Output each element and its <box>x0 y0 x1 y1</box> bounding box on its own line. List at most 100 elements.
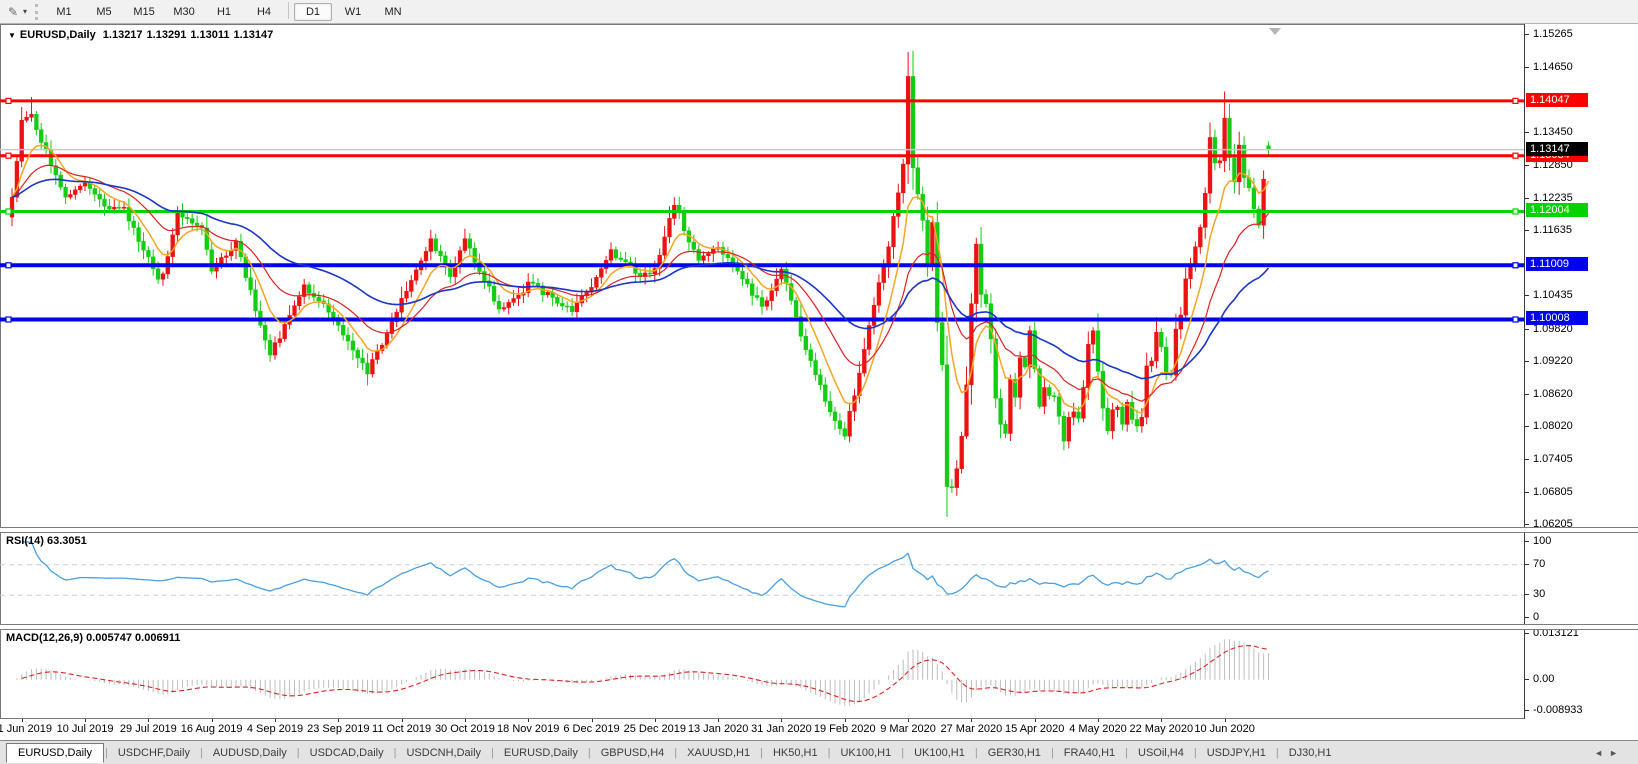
bull-candle[interactable] <box>765 301 769 307</box>
chart-tab-dj30-h1[interactable]: DJ30,H1 <box>1280 744 1341 762</box>
bear-candle[interactable] <box>1130 402 1134 419</box>
chart-tab-usdcnh-daily[interactable]: USDCNH,Daily <box>397 744 490 762</box>
bull-candle[interactable] <box>283 324 287 338</box>
bear-candle[interactable] <box>1159 332 1163 347</box>
bear-candle[interactable] <box>794 301 798 317</box>
bull-candle[interactable] <box>546 292 550 295</box>
bull-candle[interactable] <box>848 411 852 436</box>
bull-candle[interactable] <box>78 186 82 190</box>
bull-candle[interactable] <box>273 343 277 356</box>
bull-candle[interactable] <box>906 76 910 164</box>
bear-candle[interactable] <box>1135 420 1139 427</box>
line-handle[interactable] <box>6 263 11 268</box>
bull-candle[interactable] <box>1174 329 1178 375</box>
bear-candle[interactable] <box>103 199 107 206</box>
bull-candle[interactable] <box>297 297 301 306</box>
chart-shift-marker-icon[interactable] <box>1269 28 1281 35</box>
bear-candle[interactable] <box>828 401 832 412</box>
chart-tab-audusd-daily[interactable]: AUDUSD,Daily <box>204 744 296 762</box>
price-chart-canvas[interactable] <box>0 25 1524 528</box>
line-handle[interactable] <box>1513 153 1518 158</box>
bull-candle[interactable] <box>1194 247 1198 265</box>
bull-candle[interactable] <box>882 267 886 282</box>
bull-candle[interactable] <box>375 351 379 360</box>
line-handle[interactable] <box>6 209 11 214</box>
bull-candle[interactable] <box>512 299 516 303</box>
bull-candle[interactable] <box>1179 315 1183 329</box>
bear-candle[interactable] <box>619 258 623 260</box>
bear-candle[interactable] <box>682 213 686 231</box>
bull-candle[interactable] <box>1140 417 1144 426</box>
bull-candle[interactable] <box>780 269 784 279</box>
bear-candle[interactable] <box>1096 331 1100 372</box>
line-handle[interactable] <box>6 317 11 322</box>
bear-candle[interactable] <box>755 296 759 298</box>
bull-candle[interactable] <box>1145 366 1149 417</box>
bull-candle[interactable] <box>224 256 228 258</box>
tabs-scroll-left-button[interactable]: ◄ <box>1594 748 1609 758</box>
panel-splitter[interactable] <box>0 527 1638 533</box>
bear-candle[interactable] <box>1004 424 1008 433</box>
bear-candle[interactable] <box>999 398 1003 424</box>
bear-candle[interactable] <box>317 297 321 301</box>
bear-candle[interactable] <box>843 429 847 437</box>
bull-candle[interactable] <box>176 212 180 235</box>
toolbar-grip[interactable] <box>35 4 38 20</box>
bear-candle[interactable] <box>1077 412 1081 419</box>
bear-candle[interactable] <box>692 242 696 249</box>
bull-candle[interactable] <box>1198 227 1202 247</box>
price-axis[interactable]: 1.152651.146501.134501.128501.122351.116… <box>1524 24 1638 719</box>
timeframe-button-mn[interactable]: MN <box>374 3 412 21</box>
bull-candle[interactable] <box>1086 344 1090 387</box>
bull-candle[interactable] <box>770 291 774 301</box>
bull-candle[interactable] <box>1218 161 1222 163</box>
bear-candle[interactable] <box>366 363 370 374</box>
chart-tab-usdchf-daily[interactable]: USDCHF,Daily <box>109 744 199 762</box>
bear-candle[interactable] <box>726 254 730 257</box>
bull-candle[interactable] <box>931 223 935 264</box>
bull-candle[interactable] <box>575 303 579 312</box>
bear-candle[interactable] <box>249 278 253 290</box>
bull-candle[interactable] <box>872 305 876 325</box>
bear-candle[interactable] <box>341 325 345 335</box>
bear-candle[interactable] <box>614 250 618 258</box>
bull-candle[interactable] <box>1184 279 1188 315</box>
bull-candle[interactable] <box>507 302 511 307</box>
bear-candle[interactable] <box>1062 416 1066 441</box>
chart-tab-usoil-h4[interactable]: USOil,H4 <box>1129 744 1193 762</box>
bear-candle[interactable] <box>147 250 151 257</box>
bull-candle[interactable] <box>1043 388 1047 407</box>
bear-candle[interactable] <box>39 130 43 143</box>
bull-candle[interactable] <box>73 190 77 195</box>
line-handle[interactable] <box>1513 317 1518 322</box>
bear-candle[interactable] <box>468 239 472 249</box>
bear-candle[interactable] <box>108 206 112 209</box>
chart-tab-uk100-h1[interactable]: UK100,H1 <box>905 744 974 762</box>
bull-candle[interactable] <box>707 254 711 256</box>
bear-candle[interactable] <box>556 297 560 303</box>
timeframe-button-h1[interactable]: H1 <box>205 3 243 21</box>
bull-candle[interactable] <box>1208 138 1212 194</box>
bear-candle[interactable] <box>819 375 823 385</box>
bull-candle[interactable] <box>405 291 409 298</box>
bull-candle[interactable] <box>862 349 866 373</box>
bull-candle[interactable] <box>463 239 467 251</box>
bear-candle[interactable] <box>1252 188 1256 209</box>
draw-tool-icon[interactable]: ✎ <box>5 4 21 20</box>
bear-candle[interactable] <box>98 194 102 199</box>
bear-candle[interactable] <box>1023 358 1027 367</box>
bull-candle[interactable] <box>1150 361 1154 366</box>
line-handle[interactable] <box>6 98 11 103</box>
bull-candle[interactable] <box>1028 331 1032 367</box>
bear-candle[interactable] <box>35 114 39 129</box>
bear-candle[interactable] <box>1052 396 1056 397</box>
bear-candle[interactable] <box>697 250 701 261</box>
bear-candle[interactable] <box>93 189 97 195</box>
bull-candle[interactable] <box>112 207 116 209</box>
bear-candle[interactable] <box>760 298 764 307</box>
bull-candle[interactable] <box>668 218 672 237</box>
bear-candle[interactable] <box>926 220 930 263</box>
bear-candle[interactable] <box>190 219 194 224</box>
bull-candle[interactable] <box>502 308 506 310</box>
bull-candle[interactable] <box>974 244 978 304</box>
